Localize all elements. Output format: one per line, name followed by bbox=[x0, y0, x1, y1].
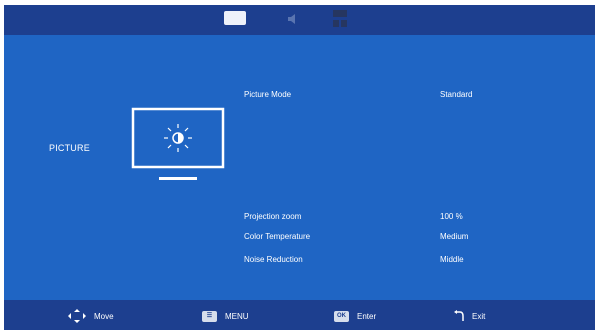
hint-label: Move bbox=[94, 311, 114, 321]
setting-row-color-temperature[interactable]: Color Temperature Medium bbox=[244, 232, 564, 246]
hint-menu: ☰ MENU bbox=[202, 309, 249, 323]
setup-tab-icon[interactable] bbox=[332, 9, 348, 29]
picture-tab-icon[interactable] bbox=[224, 11, 246, 25]
setting-label: Noise Reduction bbox=[244, 255, 303, 264]
setting-row-noise-reduction[interactable]: Noise Reduction Middle bbox=[244, 255, 564, 269]
setting-label: Picture Mode bbox=[244, 90, 292, 99]
tv-brightness-icon bbox=[131, 107, 225, 180]
move-arrows-icon bbox=[68, 309, 86, 323]
setting-value: Standard bbox=[440, 90, 473, 99]
hint-label: MENU bbox=[225, 311, 249, 321]
menu-tab-bar bbox=[4, 5, 595, 35]
setting-row-picture-mode[interactable]: Picture Mode Standard bbox=[244, 90, 564, 104]
setting-label: Color Temperature bbox=[244, 232, 311, 241]
setting-row-projection-zoom[interactable]: Projection zoom 100 % bbox=[244, 212, 564, 226]
hint-move: Move bbox=[68, 309, 114, 323]
sound-tab-icon[interactable] bbox=[286, 11, 302, 27]
section-title: PICTURE bbox=[49, 143, 90, 153]
hint-label: Enter bbox=[357, 311, 377, 321]
hint-label: Exit bbox=[472, 311, 486, 321]
osd-screen: PICTURE Picture Mode Standard Projection… bbox=[4, 5, 595, 330]
setting-value: Medium bbox=[440, 232, 469, 241]
setting-value: 100 % bbox=[440, 212, 463, 221]
return-icon bbox=[454, 310, 464, 321]
button-hint-bar: Move ☰ MENU OK Enter Exit bbox=[4, 300, 595, 330]
setting-value: Middle bbox=[440, 255, 464, 264]
hint-exit: Exit bbox=[454, 309, 485, 323]
hint-enter: OK Enter bbox=[334, 309, 376, 323]
menu-key-icon: ☰ bbox=[202, 310, 217, 322]
setting-label: Projection zoom bbox=[244, 212, 302, 221]
ok-key-icon: OK bbox=[334, 310, 349, 322]
